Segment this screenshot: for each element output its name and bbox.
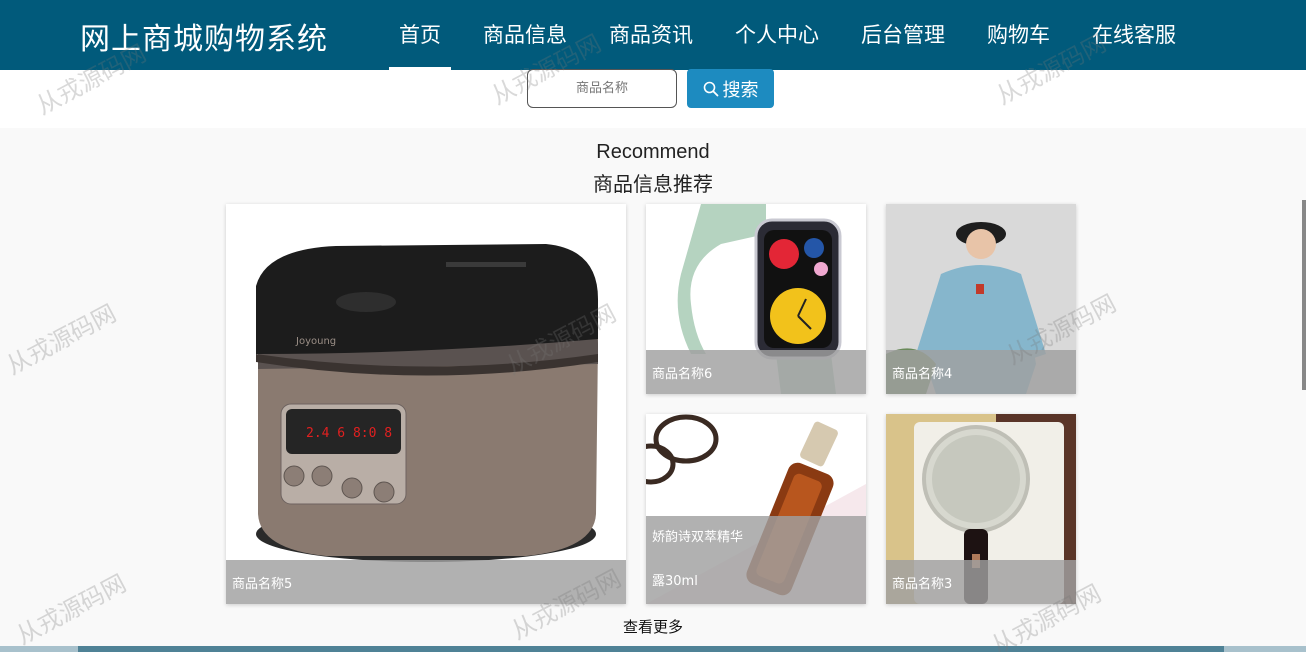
nav-item-home[interactable]: 首页	[389, 0, 451, 70]
nav-item-products[interactable]: 商品信息	[473, 0, 577, 70]
product-card-4[interactable]: 娇韵诗双萃精华 露30ml	[646, 414, 866, 604]
main-nav: 首页 商品信息 商品资讯 个人中心 后台管理 购物车 在线客服	[389, 0, 1208, 70]
product-card-caption: 商品名称5	[226, 560, 626, 604]
search-icon	[703, 81, 718, 96]
product-card-caption: 商品名称4	[886, 350, 1076, 394]
footer-bar	[78, 646, 1224, 652]
footer-edge-left	[0, 646, 78, 652]
nav-item-profile[interactable]: 个人中心	[725, 0, 829, 70]
product-card-caption-text: 娇韵诗双萃精华 露30ml	[652, 530, 744, 589]
product-card-2[interactable]: 商品名称6	[646, 204, 866, 394]
svg-text:Joyoung: Joyoung	[295, 336, 336, 347]
top-nav-bar: 网上商城购物系统 首页 商品信息 商品资讯 个人中心 后台管理 购物车 在线客服	[0, 0, 1306, 70]
search-button-label: 搜索	[722, 79, 759, 101]
nav-item-admin[interactable]: 后台管理	[851, 0, 955, 70]
product-card-caption: 娇韵诗双萃精华 露30ml	[646, 516, 866, 604]
watermark: 从戎源码网	[1, 299, 121, 381]
view-more-link[interactable]: 查看更多	[0, 616, 1306, 637]
svg-text:2.4 6 8:0 8: 2.4 6 8:0 8	[306, 426, 392, 441]
page-scrollbar[interactable]	[1302, 200, 1306, 390]
rice-cooker-image: 2.4 6 8:0 8 Joyoung	[226, 204, 626, 604]
search-bar: 搜索	[0, 69, 1306, 128]
product-card-caption: 商品名称3	[886, 560, 1076, 604]
product-card-caption: 商品名称6	[646, 350, 866, 394]
product-card-1[interactable]: 2.4 6 8:0 8 Joyoung 商品名称5	[226, 204, 626, 604]
section-title-en: Recommend	[596, 141, 710, 163]
nav-item-news[interactable]: 商品资讯	[599, 0, 703, 70]
product-card-3[interactable]: 商品名称4	[886, 204, 1076, 394]
section-title-cn: 商品信息推荐	[593, 172, 713, 196]
nav-item-support[interactable]: 在线客服	[1082, 0, 1186, 70]
search-input[interactable]	[527, 69, 677, 108]
footer-edge-right	[1224, 646, 1306, 652]
watermark: 从戎源码网	[11, 569, 131, 651]
product-card-5[interactable]: 商品名称3	[886, 414, 1076, 604]
site-title[interactable]: 网上商城购物系统	[80, 14, 328, 58]
search-button[interactable]: 搜索	[687, 69, 774, 108]
nav-item-cart[interactable]: 购物车	[977, 0, 1060, 70]
